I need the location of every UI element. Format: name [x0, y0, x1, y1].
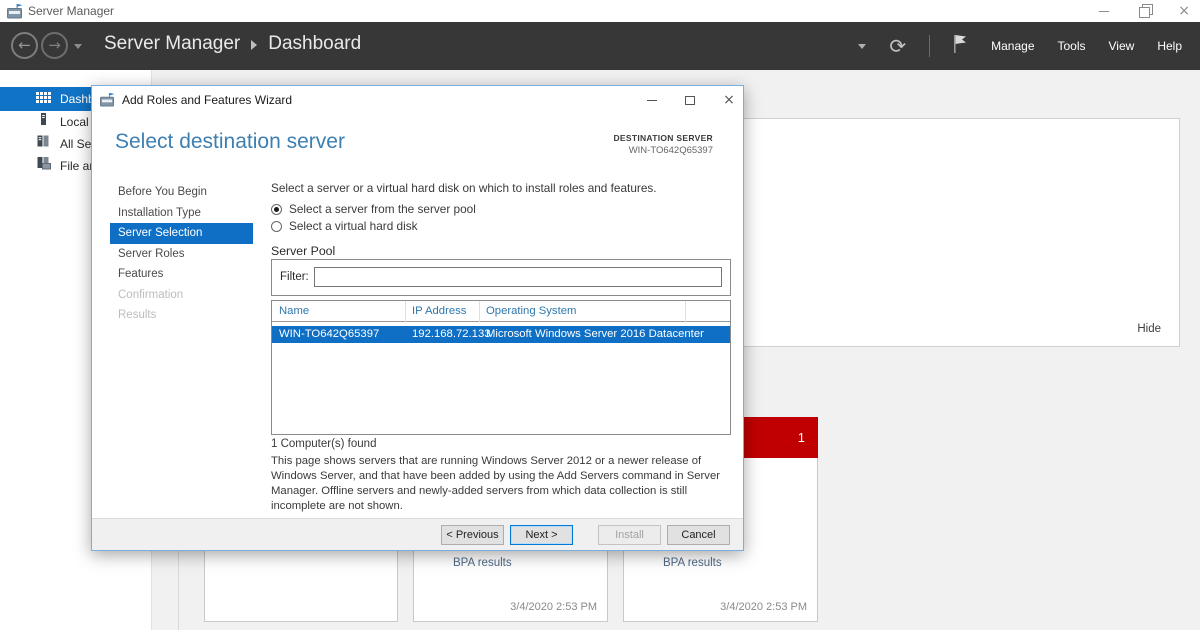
wizard-steps-nav: Before You Begin Installation Type Serve… — [110, 182, 253, 326]
server-manager-window: Server Manager × ← → Server Manager Dash… — [0, 0, 1200, 630]
step-server-roles[interactable]: Server Roles — [110, 244, 253, 265]
column-divider — [479, 301, 480, 322]
column-divider — [405, 301, 406, 322]
breadcrumb-server-manager[interactable]: Server Manager — [104, 33, 240, 55]
step-features[interactable]: Features — [110, 264, 253, 285]
wizard-intro-text: Select a server or a virtual hard disk o… — [271, 181, 657, 195]
dialog-close-icon[interactable]: × — [714, 86, 744, 114]
window-titlebar: Server Manager × — [0, 0, 1200, 22]
table-header-row: Name IP Address Operating System — [272, 301, 730, 322]
dialog-titlebar: Add Roles and Features Wizard × — [92, 86, 743, 114]
alert-count-badge: 1 — [798, 430, 805, 445]
cell-operating-system: Microsoft Windows Server 2016 Datacenter — [486, 328, 704, 340]
toolbar-divider — [929, 35, 930, 57]
dialog-minimize-icon[interactable] — [637, 86, 667, 114]
radio-vhd-row: Select a virtual hard disk — [271, 219, 418, 233]
column-divider — [685, 301, 686, 322]
radio-server-pool-row: Select a server from the server pool — [271, 202, 476, 216]
filter-label: Filter: — [280, 271, 309, 283]
breadcrumb-dashboard[interactable]: Dashboard — [268, 33, 361, 55]
step-before-you-begin[interactable]: Before You Begin — [110, 182, 253, 203]
radio-vhd-label: Select a virtual hard disk — [289, 219, 418, 233]
wizard-heading: Select destination server — [115, 130, 345, 154]
back-button[interactable]: ← — [11, 32, 38, 59]
cancel-button[interactable]: Cancel — [667, 525, 730, 545]
menu-tools[interactable]: Tools — [1058, 39, 1086, 53]
destination-server-block: DESTINATION SERVER WIN-TO642Q65397 — [613, 133, 713, 156]
bpa-results-link[interactable]: BPA results — [663, 557, 722, 569]
cell-ip-address: 192.168.72.133 — [412, 328, 491, 340]
menu-help[interactable]: Help — [1157, 39, 1182, 53]
bpa-results-link[interactable]: BPA results — [453, 557, 512, 569]
notifications-dropdown-icon[interactable] — [858, 44, 866, 49]
add-roles-features-wizard: Add Roles and Features Wizard × Select d… — [91, 85, 744, 551]
destination-server-label: DESTINATION SERVER — [613, 133, 713, 143]
cell-server-name: WIN-TO642Q65397 — [279, 328, 379, 340]
server-manager-icon — [7, 4, 23, 24]
previous-button[interactable]: < Previous — [441, 525, 504, 545]
forward-button[interactable]: → — [41, 32, 68, 59]
refresh-icon[interactable]: ⟳ — [889, 36, 906, 56]
radio-server-pool-label: Select a server from the server pool — [289, 202, 476, 216]
column-header-ip[interactable]: IP Address — [412, 305, 466, 317]
table-row-selected[interactable]: WIN-TO642Q65397 192.168.72.133 Microsoft… — [272, 326, 730, 343]
history-dropdown-icon[interactable] — [74, 44, 82, 49]
close-icon[interactable]: × — [1178, 4, 1190, 18]
bpa-timestamp: 3/4/2020 2:53 PM — [510, 601, 597, 613]
step-results: Results — [110, 305, 253, 326]
minimize-icon[interactable] — [1099, 11, 1109, 12]
column-header-name[interactable]: Name — [279, 305, 309, 317]
destination-server-value: WIN-TO642Q65397 — [613, 145, 713, 156]
dialog-maximize-icon[interactable] — [675, 86, 705, 114]
filter-input[interactable] — [314, 267, 722, 287]
dialog-title: Add Roles and Features Wizard — [122, 93, 292, 107]
wizard-footer: < Previous Next > Install Cancel — [92, 518, 743, 550]
window-title: Server Manager — [28, 4, 114, 18]
breadcrumb: Server Manager Dashboard — [104, 33, 361, 55]
install-button: Install — [598, 525, 661, 545]
navigation-bar: ← → Server Manager Dashboard ⟳ Manage To… — [0, 22, 1200, 70]
wizard-icon — [100, 93, 115, 112]
hide-link[interactable]: Hide — [1137, 323, 1161, 335]
computers-found-text: 1 Computer(s) found — [271, 438, 376, 450]
file-storage-icon — [36, 155, 51, 177]
breadcrumb-separator-icon — [251, 40, 257, 50]
next-button[interactable]: Next > — [510, 525, 573, 545]
flag-icon[interactable] — [953, 34, 968, 59]
radio-server-pool[interactable] — [271, 204, 282, 215]
step-confirmation: Confirmation — [110, 285, 253, 306]
menu-view[interactable]: View — [1109, 39, 1135, 53]
dashboard-grid-icon — [36, 87, 51, 111]
server-pool-table: Name IP Address Operating System WIN-TO6… — [271, 300, 731, 435]
server-pool-filter-box: Filter: — [271, 259, 731, 296]
menu-manage[interactable]: Manage — [991, 39, 1034, 53]
bpa-timestamp: 3/4/2020 2:53 PM — [720, 601, 807, 613]
radio-virtual-hard-disk[interactable] — [271, 221, 282, 232]
server-pool-label: Server Pool — [271, 244, 335, 258]
all-servers-icon — [36, 133, 50, 155]
step-server-selection[interactable]: Server Selection — [110, 223, 253, 244]
restore-icon[interactable] — [1139, 7, 1148, 16]
local-server-icon — [36, 111, 50, 133]
wizard-description: This page shows servers that are running… — [271, 454, 737, 514]
column-header-os[interactable]: Operating System — [486, 305, 576, 317]
step-installation-type[interactable]: Installation Type — [110, 203, 253, 224]
